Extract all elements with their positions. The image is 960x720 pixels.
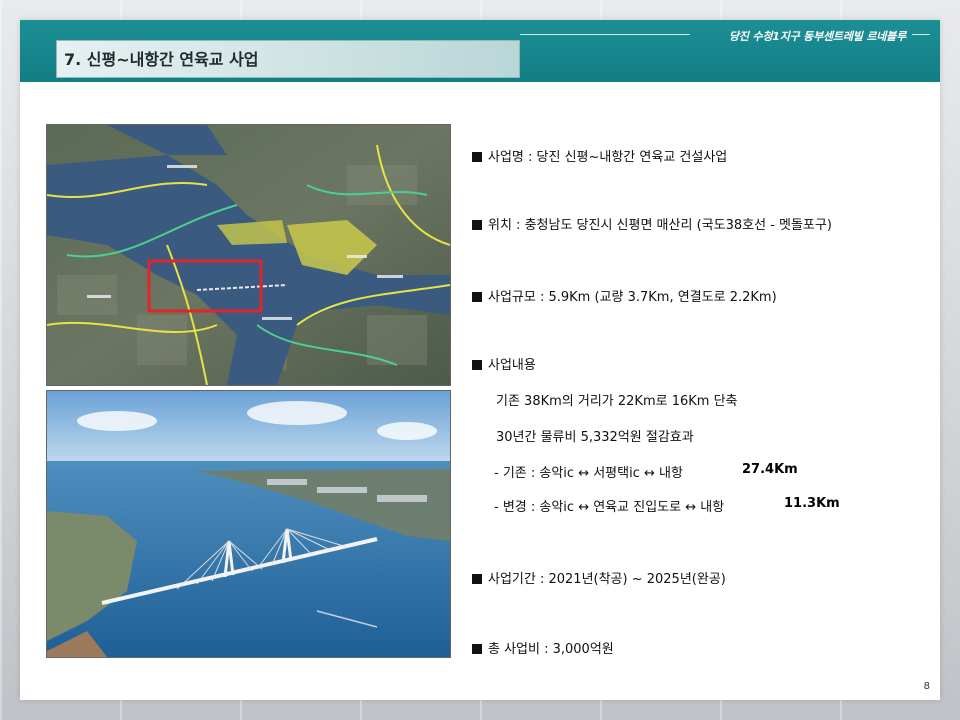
brand-name: 당진 수청1지구 동부센트레빌 르네블루 [728, 30, 906, 43]
square-bullet-icon [472, 220, 482, 230]
list-item: 위치 : 충청남도 당진시 신평면 매산리 (국도38호선 - 멧돌포구) [472, 214, 832, 233]
list-item: 사업규모 : 5.9Km (교량 3.7Km, 연결도로 2.2Km) [472, 286, 777, 305]
list-item: 사업명 : 당진 신평~내항간 연육교 건설사업 [472, 146, 727, 165]
route-after-distance: 11.3Km [784, 496, 840, 511]
square-bullet-icon [472, 152, 482, 162]
item-label: 사업기간 : 2021년(착공) ~ 2025년(완공) [488, 572, 726, 587]
satellite-map-image [46, 124, 451, 386]
map-illustration [47, 125, 450, 385]
item-label: 위치 : 충청남도 당진시 신평면 매산리 (국도38호선 - 멧돌포구) [488, 218, 832, 233]
bridge-illustration [47, 391, 450, 657]
route-after-label: - 변경 : 송악ic ↔ 연육교 진입도로 ↔ 내항 [494, 500, 725, 515]
list-item: 사업기간 : 2021년(착공) ~ 2025년(완공) [472, 568, 726, 587]
brand-divider-right [912, 34, 930, 35]
list-item: 총 사업비 : 3,000억원 [472, 638, 614, 657]
detail-line: 기존 38Km의 거리가 22Km로 16Km 단축 [496, 394, 738, 409]
item-label: 사업명 : 당진 신평~내항간 연육교 건설사업 [488, 150, 728, 165]
slide: 7. 신평~내항간 연육교 사업 당진 수청1지구 동부센트레빌 르네블루 사업… [20, 20, 940, 700]
square-bullet-icon [472, 360, 482, 370]
page-number: 8 [923, 681, 930, 692]
square-bullet-icon [472, 292, 482, 302]
item-label: 사업내용 [488, 358, 536, 373]
route-before-label: - 기존 : 송악ic ↔ 서평택ic ↔ 내항 [494, 466, 683, 481]
page-title: 7. 신평~내항간 연육교 사업 [64, 50, 259, 69]
item-label: 총 사업비 : 3,000억원 [488, 642, 614, 657]
list-item: 사업내용 [472, 354, 536, 373]
route-before-distance: 27.4Km [742, 462, 798, 477]
square-bullet-icon [472, 644, 482, 654]
brand-divider-left [520, 34, 690, 35]
bridge-aerial-rendering [46, 390, 451, 658]
item-label: 사업규모 : 5.9Km (교량 3.7Km, 연결도로 2.2Km) [488, 290, 777, 305]
square-bullet-icon [472, 574, 482, 584]
detail-line: 30년간 물류비 5,332억원 절감효과 [496, 430, 694, 445]
